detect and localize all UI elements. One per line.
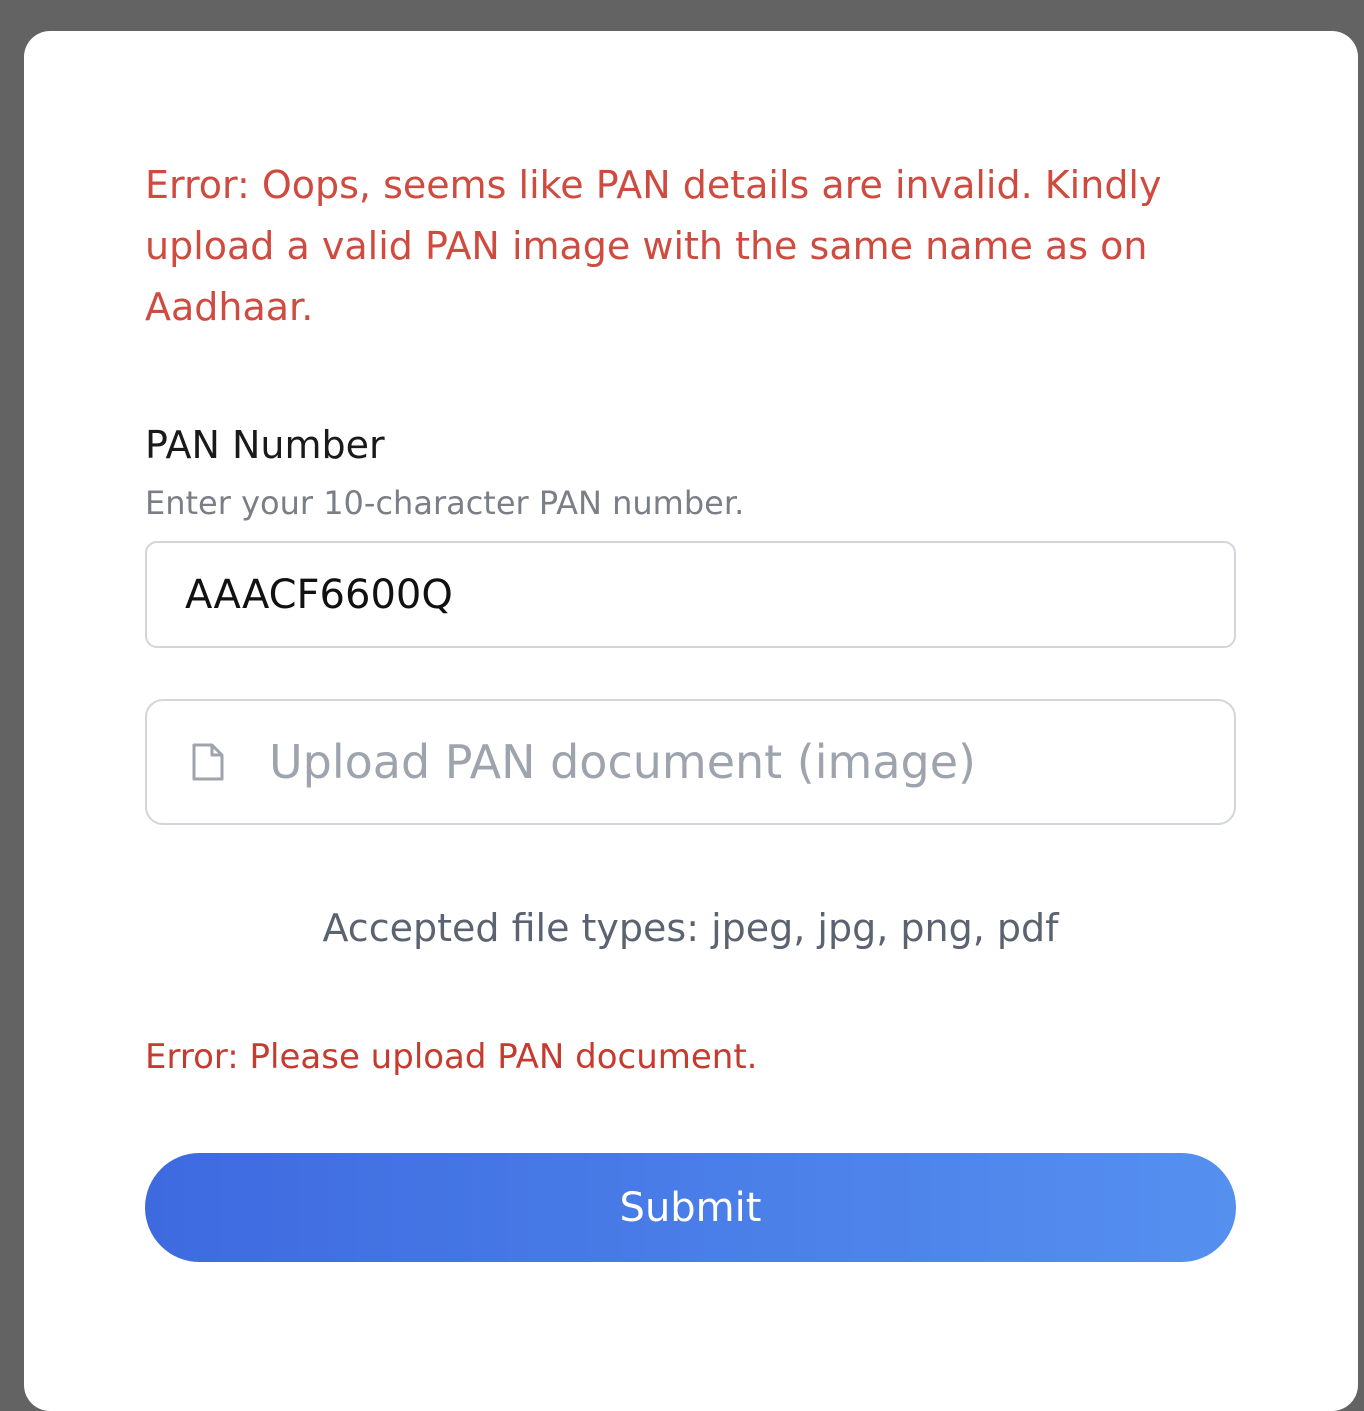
submit-button[interactable]: Submit <box>145 1153 1236 1262</box>
pan-number-label: PAN Number <box>145 423 385 467</box>
file-icon <box>192 743 224 781</box>
upload-required-error-message: Error: Please upload PAN document. <box>145 1037 758 1077</box>
upload-pan-document-button[interactable]: Upload PAN document (image) <box>145 699 1236 825</box>
accepted-file-types-text: Accepted file types: jpeg, jpg, png, pdf <box>322 906 1059 950</box>
pan-number-input[interactable] <box>145 541 1236 648</box>
pan-number-helper-text: Enter your 10-character PAN number. <box>145 484 745 522</box>
upload-pan-document-placeholder: Upload PAN document (image) <box>269 735 976 789</box>
pan-verification-modal: Error: Oops, seems like PAN details are … <box>24 31 1358 1411</box>
pan-invalid-error-message: Error: Oops, seems like PAN details are … <box>145 163 1162 329</box>
